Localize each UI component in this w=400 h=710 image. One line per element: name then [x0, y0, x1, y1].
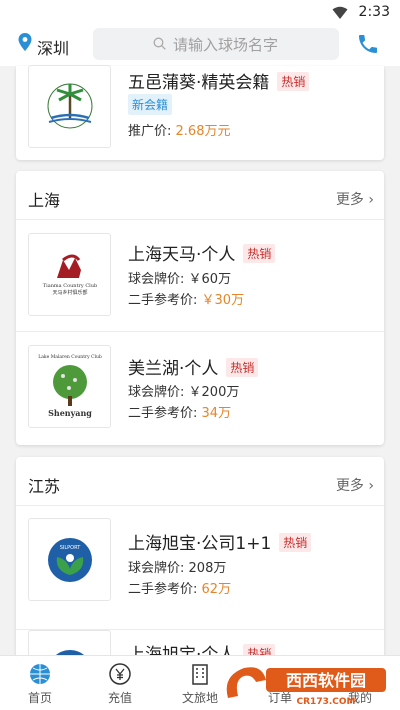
- club-name-text: 五邑蒲葵·精英会籍: [128, 73, 270, 93]
- section-header: 上海 更多 ›: [16, 171, 384, 220]
- location-pin-icon[interactable]: [18, 33, 32, 51]
- club-name: 上海旭宝·公司1+1 热销: [128, 529, 312, 554]
- club-price-line: 球会牌价: ￥60万: [128, 268, 231, 287]
- nav-recharge[interactable]: 充值: [80, 656, 160, 710]
- chevron-right-icon: ›: [368, 478, 374, 494]
- logo-caption: SILPORT: [60, 545, 81, 551]
- club-name: 上海天马·个人 热销: [128, 240, 276, 265]
- club-price-line: 球会牌价: 208万: [128, 557, 226, 576]
- hot-badge: 热销: [279, 533, 312, 552]
- club-price-value: 208万: [188, 561, 227, 576]
- nav-label: 充值: [107, 691, 132, 705]
- section-title: 上海: [28, 191, 61, 210]
- promo-price-line: 推广价: 2.68万元: [128, 120, 230, 139]
- club-price-label: 球会牌价:: [128, 272, 185, 287]
- club-item[interactable]: Tianma Country Club 天马乡村俱乐部 上海天马·个人 热销 球会…: [16, 220, 384, 332]
- club-price-label: 球会牌价:: [128, 561, 185, 576]
- search-input[interactable]: 请输入球场名字: [93, 28, 339, 60]
- search-placeholder: 请输入球场名字: [173, 36, 279, 54]
- home-globe-icon: [30, 664, 50, 684]
- used-price-value: ￥30万: [201, 293, 245, 308]
- club-logo-meilanhu: Lake Malaren Country Club Shenyang: [28, 345, 111, 428]
- logo-caption: Shenyang: [48, 408, 92, 418]
- used-price-line: 二手参考价: 34万: [128, 402, 231, 421]
- club-logo-tianma: Tianma Country Club 天马乡村俱乐部: [28, 233, 111, 316]
- more-link[interactable]: 更多 ›: [336, 475, 374, 495]
- used-price-line: 二手参考价: 62万: [128, 578, 231, 597]
- logo-caption-top: Lake Malaren Country Club: [38, 354, 102, 360]
- club-name: 美兰湖·个人 热销: [128, 354, 259, 379]
- used-price-label: 二手参考价:: [128, 582, 198, 597]
- used-price-value: 34万: [201, 406, 232, 421]
- club-price-label: 球会牌价:: [128, 385, 185, 400]
- phone-icon[interactable]: [356, 32, 380, 56]
- promo-price-label: 推广价:: [128, 124, 172, 139]
- club-logo-silport: SILPORT: [28, 518, 111, 601]
- club-item[interactable]: Lake Malaren Country Club Shenyang 美兰湖·个…: [16, 332, 384, 445]
- silport-logo-icon: SILPORT: [48, 538, 92, 582]
- city-selector[interactable]: 深圳: [37, 35, 69, 59]
- logo-caption-cn: 天马乡村俱乐部: [52, 289, 87, 296]
- used-price-label: 二手参考价:: [128, 406, 198, 421]
- yuan-coin-icon: [109, 663, 131, 685]
- club-price-value: ￥60万: [188, 272, 232, 287]
- more-label: 更多: [335, 478, 364, 494]
- club-logo-wuyi: [28, 65, 111, 148]
- club-name: 五邑蒲葵·精英会籍 热销: [128, 68, 310, 93]
- more-link[interactable]: 更多 ›: [336, 189, 374, 209]
- wifi-icon: [332, 6, 348, 19]
- logo-caption: Tianma Country Club: [43, 283, 97, 289]
- building-icon: [192, 664, 208, 685]
- palm-logo-icon: [47, 83, 93, 129]
- club-name-text: 上海天马·个人: [128, 245, 236, 265]
- hot-badge: 热销: [277, 72, 310, 91]
- nav-label: 首页: [27, 691, 52, 705]
- watermark-title: 西西软件园: [286, 671, 366, 690]
- club-name-text: 上海旭宝·公司1+1: [128, 534, 272, 554]
- search-icon: [153, 37, 166, 50]
- chevron-right-icon: ›: [368, 192, 374, 208]
- status-bar: 2:33: [0, 0, 400, 26]
- watermark-url: CR173.COM: [297, 697, 356, 707]
- region-card-shanghai: 上海 更多 › Tianma Country Club 天马乡村俱乐部 上海天马…: [16, 171, 384, 445]
- status-time: 2:33: [358, 4, 390, 20]
- club-item[interactable]: SILPORT 上海旭宝·公司1+1 热销 球会牌价: 208万 二手参考价: 6…: [16, 506, 384, 630]
- section-title: 江苏: [28, 477, 61, 496]
- used-price-line: 二手参考价: ￥30万: [128, 289, 244, 308]
- club-price-value: ￥200万: [188, 385, 240, 400]
- watermark-logo: 西西软件园 CR173.COM: [226, 667, 386, 707]
- club-name-text: 美兰湖·个人: [128, 359, 219, 379]
- hot-badge: 热销: [226, 358, 259, 377]
- new-membership-tag: 新会籍: [128, 94, 173, 115]
- club-card-partial[interactable]: 五邑蒲葵·精英会籍 热销 新会籍 推广价: 2.68万元: [16, 65, 384, 160]
- header: 深圳 请输入球场名字: [0, 26, 400, 66]
- club-price-line: 球会牌价: ￥200万: [128, 381, 239, 400]
- horse-logo-icon: Tianma Country Club 天马乡村俱乐部: [43, 254, 97, 296]
- more-label: 更多: [335, 192, 364, 208]
- section-header: 江苏 更多 ›: [16, 457, 384, 506]
- used-price-value: 62万: [201, 582, 232, 597]
- hot-badge: 热销: [243, 244, 276, 263]
- used-price-label: 二手参考价:: [128, 293, 198, 308]
- tree-logo-icon: Lake Malaren Country Club Shenyang: [38, 354, 102, 418]
- nav-home[interactable]: 首页: [0, 656, 80, 710]
- promo-price-value: 2.68万元: [175, 124, 231, 139]
